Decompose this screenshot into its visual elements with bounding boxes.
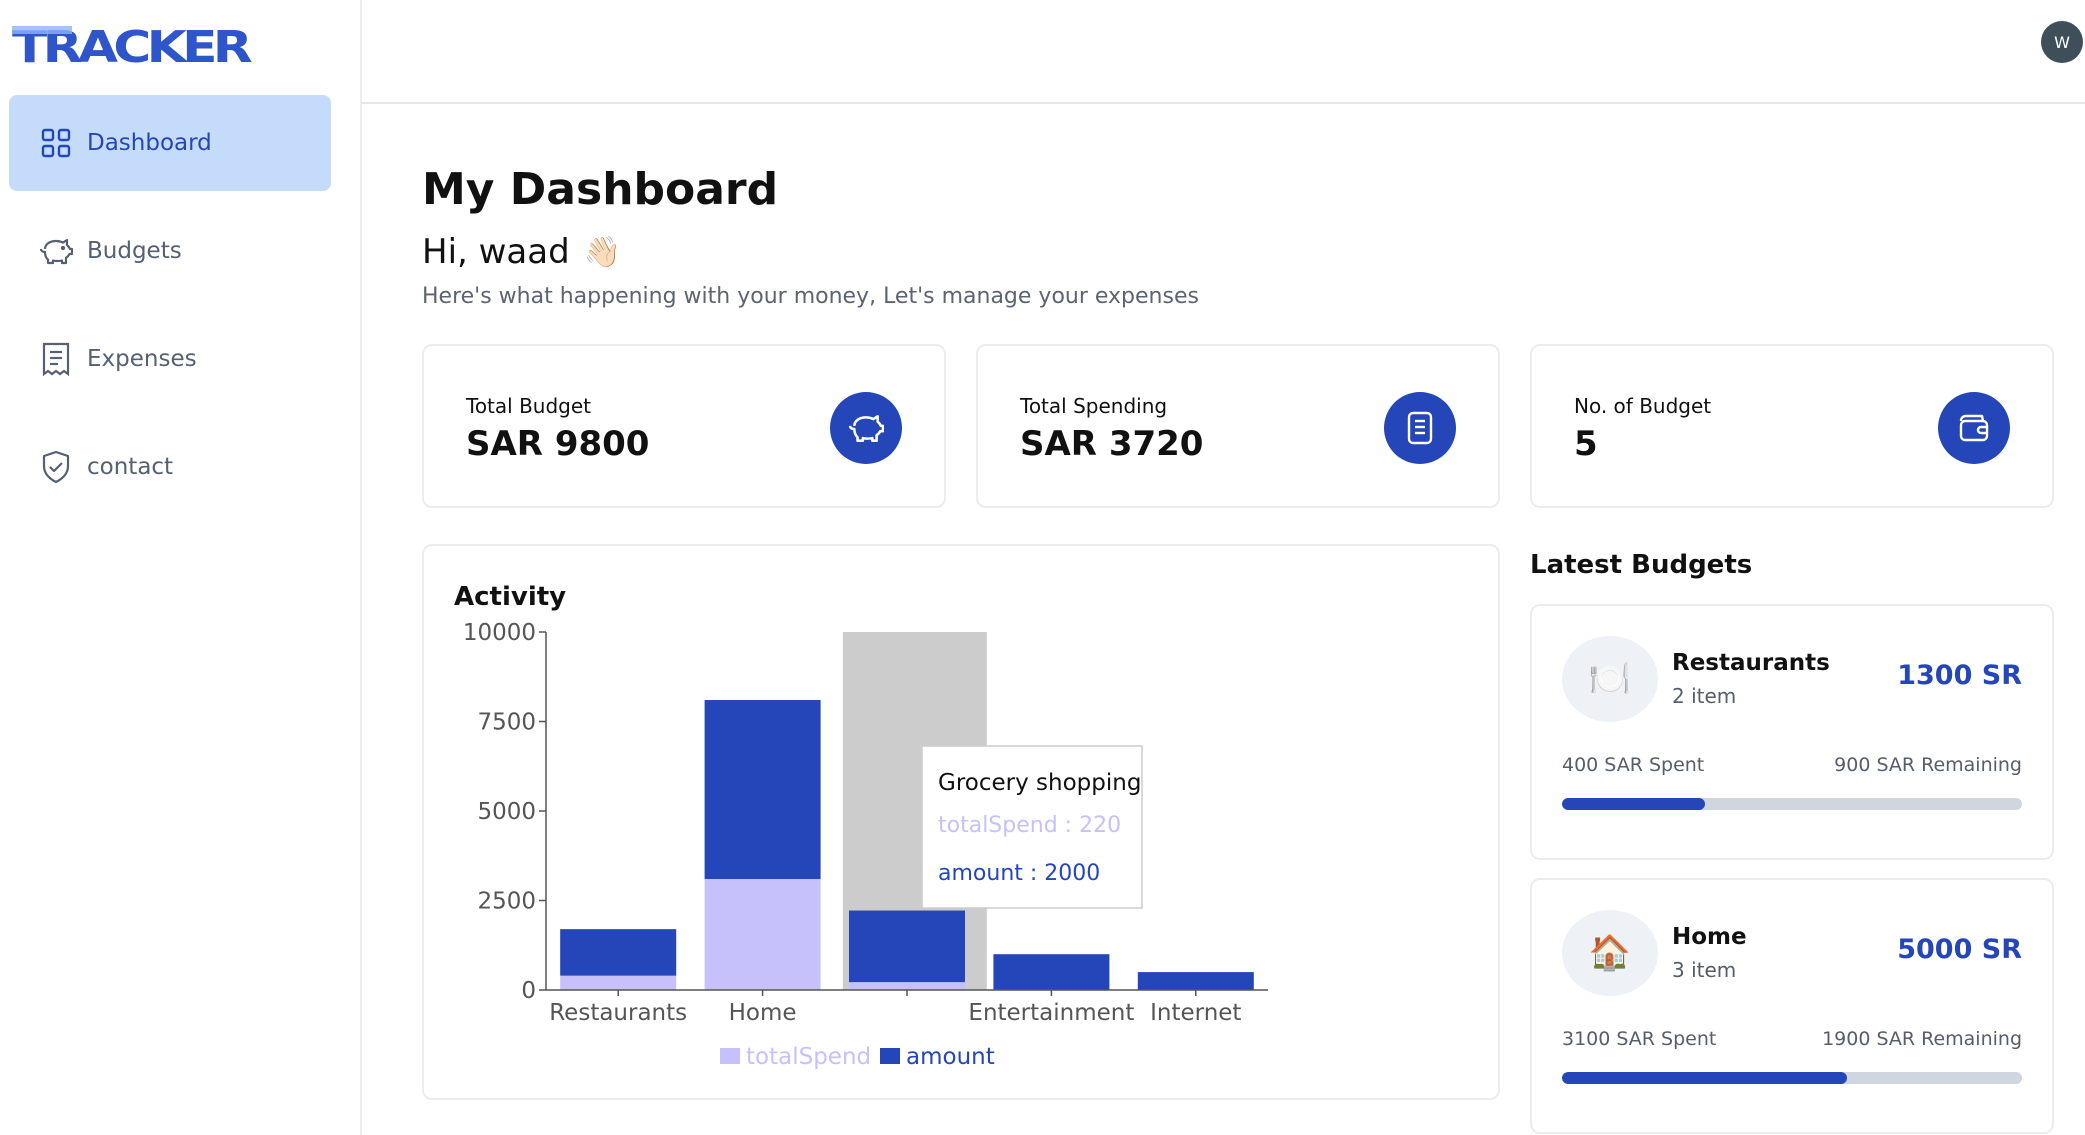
- bar-totalSpend-1: [704, 879, 821, 990]
- budget-item-count: 2 item: [1672, 684, 1737, 708]
- page-title: My Dashboard: [422, 164, 779, 215]
- x-tick-label: Internet: [1150, 1000, 1241, 1026]
- stat-label: Total Spending: [1020, 394, 1168, 418]
- stat-value: SAR 3720: [1020, 424, 1204, 464]
- y-tick-label: 0: [521, 978, 536, 1004]
- sidebar-item-label: Dashboard: [87, 130, 212, 156]
- budget-spent: 3100 SAR Spent: [1562, 1028, 1717, 1050]
- sidebar-item-label: Budgets: [87, 238, 182, 264]
- latest-budgets-title: Latest Budgets: [1530, 550, 1753, 580]
- legend-label-totalSpend: totalSpend: [746, 1044, 871, 1070]
- legend-swatch-amount: [880, 1048, 900, 1064]
- sidebar-item-expenses[interactable]: Expenses: [9, 311, 331, 407]
- sidebar-item-contact[interactable]: contact: [9, 419, 331, 515]
- tooltip-title: Grocery shopping: [938, 770, 1141, 796]
- y-tick-label: 2500: [477, 889, 536, 915]
- y-tick-label: 5000: [477, 799, 536, 825]
- tooltip-total-spend: totalSpend : 220: [938, 813, 1121, 838]
- budget-name: Home: [1672, 924, 1747, 950]
- stat-label: No. of Budget: [1574, 394, 1712, 418]
- stat-card-total-budget: Total Budget SAR 9800: [422, 344, 946, 508]
- avatar[interactable]: W: [2041, 21, 2083, 63]
- bar-amount-4: [1137, 972, 1254, 990]
- budget-remaining: 1900 SAR Remaining: [1822, 1028, 2022, 1050]
- tooltip-amount: amount : 2000: [938, 861, 1100, 886]
- activity-chart[interactable]: Restaurants Home Entertainment Internet 0 250…: [424, 546, 1502, 1102]
- x-tick-label: Restaurants: [549, 1000, 687, 1026]
- y-tick-label: 10000: [463, 620, 536, 646]
- tracker-logo[interactable]: TRACKER: [12, 20, 252, 68]
- budget-name: Restaurants: [1672, 650, 1830, 676]
- budget-remaining: 900 SAR Remaining: [1834, 754, 2022, 776]
- budget-item-count: 3 item: [1672, 958, 1737, 982]
- piggy-bank-icon: [39, 234, 73, 268]
- stat-value: SAR 9800: [466, 424, 650, 464]
- greeting: Hi, waad 👋🏻: [422, 232, 621, 272]
- bar-totalSpend-0: [560, 975, 677, 990]
- budget-amount: 5000 SR: [1897, 934, 2022, 965]
- bar-amount-1: [704, 700, 821, 880]
- bar-amount-2: [849, 910, 965, 983]
- receipt-icon: [39, 342, 73, 376]
- budget-progress-fill: [1562, 798, 1705, 810]
- shield-check-icon: [39, 450, 73, 484]
- budget-progress-track: [1562, 1072, 2022, 1084]
- wallet-icon: [1938, 392, 2010, 464]
- waving-hand-icon: 👋🏻: [583, 234, 622, 270]
- sidebar-item-budgets[interactable]: Budgets: [9, 203, 331, 299]
- house-icon: 🏠: [1562, 910, 1658, 996]
- bar-totalSpend-2: [849, 982, 965, 990]
- budget-amount: 1300 SR: [1897, 660, 2022, 691]
- budget-card-home[interactable]: 🏠 Home 3 item 5000 SR 3100 SAR Spent 190…: [1530, 878, 2054, 1134]
- stat-card-number-of-budgets: No. of Budget 5: [1530, 344, 2054, 508]
- sidebar-item-label: contact: [87, 454, 174, 480]
- budget-progress-fill: [1562, 1072, 1848, 1084]
- stat-label: Total Budget: [466, 394, 591, 418]
- legend-swatch-totalSpend: [720, 1048, 740, 1064]
- sidebar-item-label: Expenses: [87, 346, 197, 372]
- sidebar-item-dashboard[interactable]: Dashboard: [9, 95, 331, 191]
- sidebar: TRACKER Dashboard Budgets Expenses conta…: [0, 0, 362, 1135]
- x-tick-label: Entertainment: [968, 1000, 1134, 1026]
- budget-card-restaurants[interactable]: 🍽️ Restaurants 2 item 1300 SR 400 SAR Sp…: [1530, 604, 2054, 860]
- bar-amount-0: [560, 929, 677, 976]
- greeting-text: Hi, waad: [422, 232, 570, 272]
- bar-amount-3: [993, 954, 1110, 990]
- activity-card: Activity Restaurants Home Entertainment Int…: [422, 544, 1500, 1100]
- receipt-icon: [1384, 392, 1456, 464]
- plate-icon: 🍽️: [1562, 636, 1658, 722]
- stat-card-total-spending: Total Spending SAR 3720: [976, 344, 1500, 508]
- piggy-bank-icon: [830, 392, 902, 464]
- legend-label-amount: amount: [906, 1044, 995, 1070]
- page-subtitle: Here's what happening with your money, L…: [422, 284, 1199, 309]
- stat-value: 5: [1574, 424, 1598, 464]
- grid-icon: [39, 126, 73, 160]
- x-tick-label: Home: [729, 1000, 797, 1026]
- top-bar: W: [362, 0, 2085, 104]
- budget-progress-track: [1562, 798, 2022, 810]
- budget-spent: 400 SAR Spent: [1562, 754, 1705, 776]
- y-tick-label: 7500: [477, 710, 536, 736]
